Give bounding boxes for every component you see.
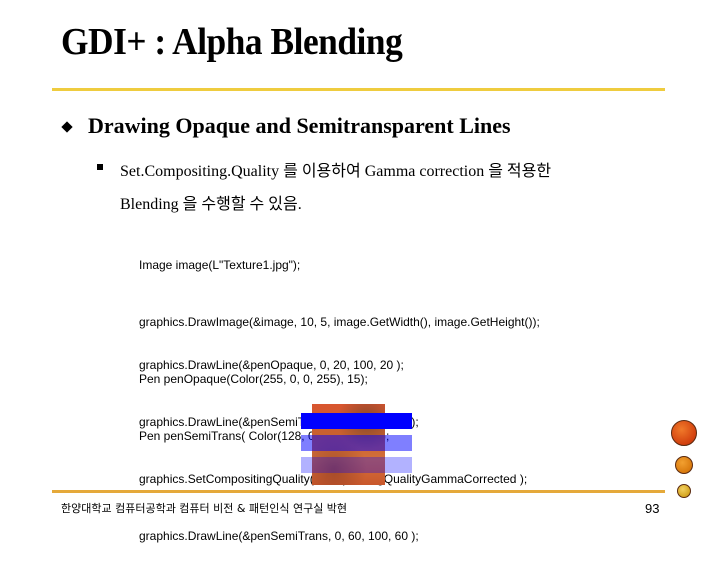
code-line: graphics.DrawLine(&penSemiTrans, 0, 60, … bbox=[139, 529, 419, 543]
decorative-circle-small-icon bbox=[677, 484, 691, 498]
sub-bullet-text-line2: Blending 을 수행할 수 있음. bbox=[120, 196, 302, 213]
bottom-divider bbox=[52, 490, 665, 493]
page-number: 93 bbox=[645, 501, 660, 516]
footer-text: 한양대학교 컴퓨터공학과 컴퓨터 비전 & 패턴인식 연구실 박현 bbox=[61, 502, 348, 515]
diamond-bullet-icon bbox=[61, 121, 73, 133]
decorative-circle-large-icon bbox=[671, 420, 697, 446]
semitransparent-line bbox=[301, 435, 412, 451]
bullet-heading: Drawing Opaque and Semitransparent Lines bbox=[88, 113, 511, 138]
slide-title: GDI+ : Alpha Blending bbox=[61, 21, 403, 63]
decorative-circle-medium-icon bbox=[675, 456, 693, 474]
sub-bullet-text-line1: Set.Compositing.Quality 를 이용하여 Gamma cor… bbox=[120, 163, 552, 180]
opaque-line bbox=[301, 413, 412, 429]
code-line: graphics.DrawLine(&penOpaque, 0, 20, 100… bbox=[139, 358, 404, 372]
code-line: Image image(L"Texture1.jpg"); bbox=[139, 258, 301, 272]
top-divider bbox=[52, 88, 665, 91]
square-bullet-icon bbox=[97, 164, 103, 170]
gamma-corrected-line bbox=[301, 457, 412, 473]
